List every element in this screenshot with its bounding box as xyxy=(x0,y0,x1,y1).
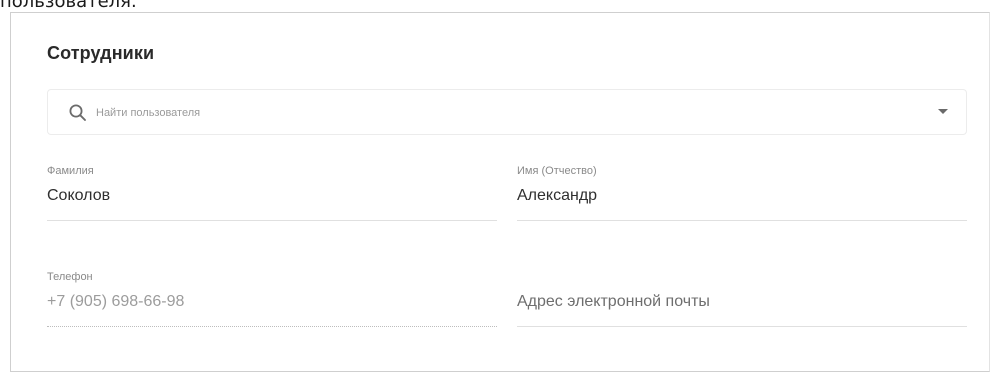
email-input[interactable] xyxy=(517,291,967,313)
last-name-input[interactable] xyxy=(47,185,497,207)
phone-input[interactable] xyxy=(47,291,497,313)
employees-card: Сотрудники Фамилия Имя (Отчество) Телефо… xyxy=(10,12,990,372)
page-caption: пользователя. xyxy=(0,0,137,12)
phone-field[interactable]: Телефон xyxy=(47,271,497,327)
last-name-label: Фамилия xyxy=(47,165,94,177)
last-name-underline xyxy=(47,220,497,221)
first-name-underline xyxy=(517,220,967,221)
email-underline xyxy=(517,326,967,327)
phone-underline xyxy=(47,326,497,327)
user-search-select[interactable] xyxy=(47,89,967,135)
card-title: Сотрудники xyxy=(47,43,155,63)
first-name-label: Имя (Отчество) xyxy=(517,165,597,177)
last-name-field[interactable]: Фамилия xyxy=(47,165,497,221)
email-field[interactable] xyxy=(517,271,967,327)
first-name-input[interactable] xyxy=(517,185,967,207)
search-icon xyxy=(69,104,86,121)
search-input[interactable] xyxy=(96,102,896,124)
first-name-field[interactable]: Имя (Отчество) xyxy=(517,165,967,221)
chevron-down-icon[interactable] xyxy=(938,109,948,114)
phone-label: Телефон xyxy=(47,271,93,283)
